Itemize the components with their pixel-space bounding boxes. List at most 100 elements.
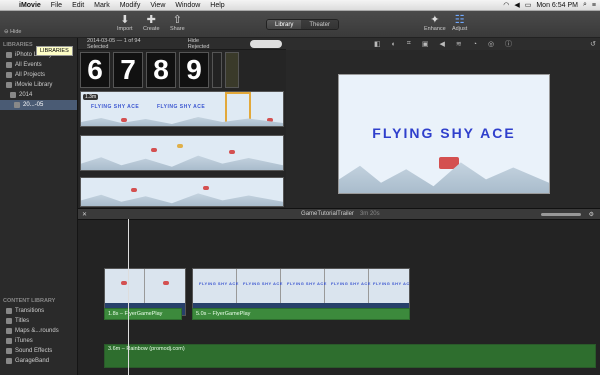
sidebar-item-maps[interactable]: Maps &...rounds: [0, 326, 78, 336]
color-correction-icon[interactable]: ◐: [392, 41, 396, 48]
settings-icon[interactable]: ⚙: [589, 211, 594, 218]
menu-mark[interactable]: Mark: [89, 2, 115, 9]
volume-icon[interactable]: ◀: [439, 40, 444, 48]
browser-clip-row[interactable]: [80, 177, 284, 207]
menu-window[interactable]: Window: [170, 2, 205, 9]
tab-theater[interactable]: Theater: [301, 20, 339, 29]
viewer-toolbar: ◧ ◐ ⌗ ▣ ◀ ≋ ◔ ◎ ⓘ ↺: [286, 38, 600, 50]
mountains: [81, 193, 283, 206]
audio-clip-1[interactable]: 1.8s – FlyerGamePlay: [104, 308, 182, 320]
adjust-button[interactable]: ☷ Adjust: [452, 13, 467, 32]
sidebar-item-transitions[interactable]: Transitions: [0, 306, 78, 316]
create-button[interactable]: ✚ Create: [143, 13, 160, 32]
preview-title: FLYING SHY ACE: [372, 125, 516, 141]
plane-sprite: [229, 150, 235, 154]
create-label: Create: [143, 26, 160, 32]
transitions-icon: [6, 308, 12, 314]
browser-header: 2014-03-05 — 1 of 94 Selected Hide Rejec…: [78, 38, 286, 50]
clip-thumb[interactable]: 6: [80, 52, 110, 88]
notifications-icon[interactable]: ≡: [592, 2, 596, 9]
sidebar-item-titles[interactable]: Titles: [0, 316, 78, 326]
viewer: ◧ ◐ ⌗ ▣ ◀ ≋ ◔ ◎ ⓘ ↺ FLYING SHY ACE: [286, 38, 600, 208]
filter-dropdown[interactable]: Hide Rejected: [188, 38, 220, 50]
color-balance-icon[interactable]: ◧: [374, 40, 381, 48]
clip-thumb: [105, 269, 145, 305]
folder-icon: [10, 92, 16, 98]
sidebar-item-label: Transitions: [15, 308, 45, 314]
sidebar-item-sound-effects[interactable]: Sound Effects: [0, 346, 78, 356]
stabilization-icon[interactable]: ▣: [422, 40, 429, 48]
menu-help[interactable]: Help: [205, 2, 229, 9]
playhead[interactable]: [128, 219, 129, 375]
mountains: [81, 155, 283, 170]
noise-reduction-icon[interactable]: ≋: [456, 40, 462, 48]
sidebar-item-label: iTunes: [15, 338, 33, 344]
menu-app[interactable]: iMovie: [14, 2, 46, 9]
zoom-slider[interactable]: [540, 212, 581, 216]
filter-icon[interactable]: ◎: [488, 40, 494, 48]
menu-edit[interactable]: Edit: [67, 2, 89, 9]
import-label: Import: [117, 26, 133, 32]
audio-clip-2[interactable]: 5.0s – FlyerGamePlay: [192, 308, 410, 320]
clip-thumb[interactable]: 9: [179, 52, 209, 88]
sidebar: LIBRARIES iPhoto Library All Events All …: [0, 38, 78, 375]
browser-clip-row[interactable]: 1.3m FLYING SHY ACE FLYING SHY ACE: [80, 91, 284, 127]
sidebar-item-all-events[interactable]: All Events: [0, 60, 77, 70]
battery-icon[interactable]: ▭: [525, 1, 532, 9]
content-library-header: CONTENT LIBRARY: [3, 298, 56, 304]
clip-thumb[interactable]: [225, 52, 239, 88]
content-library: CONTENT LIBRARY Transitions Titles Maps …: [0, 294, 78, 366]
music-note-icon: [6, 338, 12, 344]
sidebar-item-garageband[interactable]: GarageBand: [0, 356, 78, 366]
event-browser: 2014-03-05 — 1 of 94 Selected Hide Rejec…: [78, 38, 286, 208]
music-track[interactable]: 3.6m – Rainbow (promodj.com): [104, 344, 596, 368]
view-switcher: Library Theater: [266, 19, 340, 30]
clip-thumb: [193, 269, 237, 305]
search-field[interactable]: [249, 39, 282, 48]
project-duration: 3m 20s: [359, 211, 380, 217]
wifi-icon[interactable]: ◠: [503, 1, 509, 9]
speed-icon[interactable]: ◔: [473, 41, 477, 48]
enhance-button[interactable]: ✦ Enhance: [424, 13, 446, 32]
reset-all-button[interactable]: ↺: [590, 40, 600, 48]
preview-screen[interactable]: FLYING SHY ACE: [338, 74, 550, 194]
clip-thumb[interactable]: [212, 52, 222, 88]
hide-button[interactable]: ⊖ Hide: [4, 29, 21, 35]
share-button[interactable]: ⇧ Share: [170, 13, 185, 32]
status-area: ◠ ◀ ▭ Mon 6:54 PM ⌕ ≡: [503, 1, 600, 9]
clock[interactable]: Mon 6:54 PM: [536, 2, 578, 9]
libraries-tooltip: LIBRARIES: [36, 46, 73, 56]
browser-clip-row[interactable]: [80, 135, 284, 171]
magic-wand-icon: ✦: [430, 14, 440, 26]
share-label: Share: [170, 26, 185, 32]
clip-title: FLYING SHY ACE: [243, 281, 283, 286]
sidebar-item-label: Sound Effects: [15, 348, 53, 354]
mountains: [81, 117, 283, 126]
plane-sprite: [121, 118, 127, 122]
sidebar-item-2014[interactable]: 2014: [0, 90, 77, 100]
menu-modify[interactable]: Modify: [115, 2, 146, 9]
plane-sprite: [163, 281, 169, 285]
events-icon: [6, 62, 12, 68]
sidebar-item-all-projects[interactable]: All Projects: [0, 70, 77, 80]
menu-bar: iMovie File Edit Mark Modify View Window…: [0, 0, 600, 11]
tab-library[interactable]: Library: [267, 20, 302, 29]
clip-thumb[interactable]: 8: [146, 52, 176, 88]
spotlight-icon[interactable]: ⌕: [583, 1, 587, 9]
crop-icon[interactable]: ⌗: [407, 40, 411, 48]
sidebar-item-itunes[interactable]: iTunes: [0, 336, 78, 346]
volume-icon[interactable]: ◀: [514, 1, 519, 9]
hide-label: Hide: [10, 29, 22, 35]
sidebar-item-imovie-library[interactable]: iMovie Library: [0, 80, 77, 90]
menu-view[interactable]: View: [145, 2, 170, 9]
menu-file[interactable]: File: [46, 2, 67, 9]
import-button[interactable]: ⬇ Import: [117, 13, 133, 32]
info-icon[interactable]: ⓘ: [505, 39, 512, 49]
close-icon[interactable]: ✕: [78, 211, 87, 218]
maps-icon: [6, 328, 12, 334]
sliders-icon: ☷: [454, 14, 465, 26]
sidebar-item-label: Titles: [15, 318, 30, 324]
sidebar-item-event[interactable]: 20...-05: [0, 100, 77, 110]
clip-thumb[interactable]: 7: [113, 52, 143, 88]
music-label: 3.6m – Rainbow (promodj.com): [108, 346, 185, 352]
